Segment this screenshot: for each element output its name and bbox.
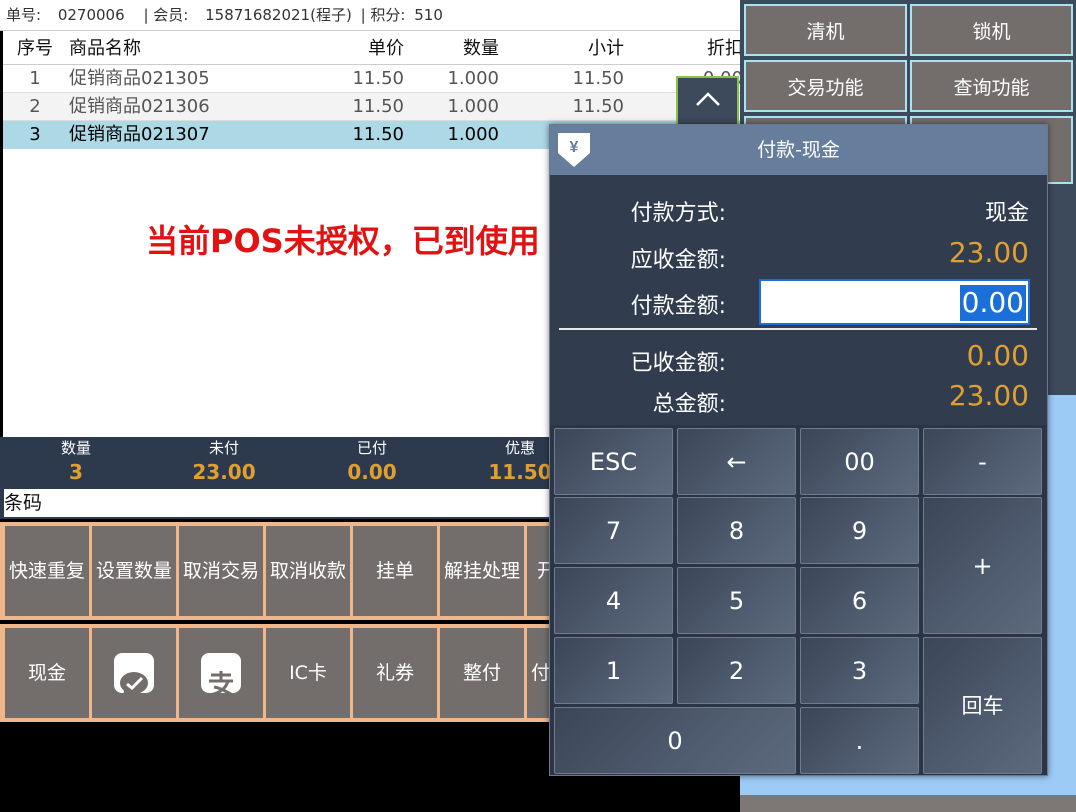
row-name: 促销商品021307 <box>69 124 210 145</box>
key-1[interactable]: 1 <box>554 637 673 704</box>
barcode-label: 条码 <box>4 489 48 517</box>
double-zero-key[interactable]: 00 <box>800 428 919 495</box>
row-name: 促销商品021305 <box>69 68 210 89</box>
summary-unpaid: 未付 23.00 <box>179 437 269 485</box>
esc-key[interactable]: ESC <box>554 428 673 495</box>
table-row[interactable]: 1 促销商品021305 11.50 1.000 11.50 0.00 <box>3 65 740 93</box>
pay-amount-selected-text: 0.00 <box>959 285 1026 321</box>
payment-method-value: 现金 <box>984 201 1029 226</box>
row-qty: 1.000 <box>447 124 499 145</box>
key-6[interactable]: 6 <box>800 567 919 634</box>
dialog-divider <box>559 328 1037 330</box>
payment-method-label: 付款方式: <box>630 201 726 226</box>
receivable-label: 应收金额: <box>630 248 726 273</box>
license-warning: 当前POS未授权，已到使用 <box>146 222 540 260</box>
enter-key[interactable]: 回车 <box>923 637 1042 774</box>
decimal-point-key[interactable]: . <box>800 707 919 774</box>
query-functions-button[interactable]: 查询功能 <box>910 60 1073 112</box>
row-qty: 1.000 <box>447 68 499 89</box>
right-panel-footer <box>740 795 1076 812</box>
member-label: | 会员: <box>143 6 189 24</box>
trade-functions-button[interactable]: 交易功能 <box>744 60 907 112</box>
member-value: 15871682021(程子) <box>205 6 352 24</box>
order-info-bar: 单号: 0270006 | 会员: 15871682021(程子) | 积分: … <box>0 0 740 31</box>
header-price: 单价 <box>368 38 404 59</box>
header-subtotal: 小计 <box>588 38 624 59</box>
header-discount: 折扣 <box>707 38 740 59</box>
table-header: 序号 商品名称 单价 数量 小计 折扣 <box>3 33 740 65</box>
summary-unpaid-label: 未付 <box>208 439 239 457</box>
pay-amount-label: 付款金额: <box>630 294 726 319</box>
key-7[interactable]: 7 <box>554 497 673 564</box>
dialog-body: 付款方式: 现金 应收金额: 23.00 付款金额: 0.00 已收金额: 0.… <box>550 175 1047 425</box>
received-value: 0.00 <box>966 339 1029 372</box>
cancel-transaction-button[interactable]: 取消交易 <box>179 526 263 616</box>
whole-pay-button[interactable]: 整付 <box>440 628 524 718</box>
alipay-button[interactable] <box>179 628 263 718</box>
backspace-key[interactable]: ← <box>677 428 796 495</box>
header-qty: 数量 <box>463 38 499 59</box>
total-label: 总金额: <box>652 392 726 417</box>
lock-machine-button[interactable]: 锁机 <box>910 4 1073 56</box>
cancel-payment-button[interactable]: 取消收款 <box>266 526 350 616</box>
points-label: | 积分: <box>360 6 406 24</box>
row-subtotal: 11.50 <box>572 96 624 117</box>
points-value: 510 <box>414 6 443 24</box>
wechat-pay-button[interactable] <box>92 628 176 718</box>
plus-key[interactable]: + <box>923 497 1042 634</box>
row-price: 11.50 <box>352 96 404 117</box>
table-row[interactable]: 2 促销商品021306 11.50 1.000 11.50 <box>3 93 740 121</box>
key-3[interactable]: 3 <box>800 637 919 704</box>
summary-paid-value: 0.00 <box>347 460 397 484</box>
key-9[interactable]: 9 <box>800 497 919 564</box>
row-price: 11.50 <box>352 68 404 89</box>
row-qty: 1.000 <box>447 96 499 117</box>
key-0[interactable]: 0 <box>554 707 796 774</box>
key-5[interactable]: 5 <box>677 567 796 634</box>
summary-paid: 已付 0.00 <box>327 437 417 485</box>
hold-order-button[interactable]: 挂单 <box>353 526 437 616</box>
key-2[interactable]: 2 <box>677 637 796 704</box>
header-no: 序号 <box>17 38 53 59</box>
cash-payment-dialog: ¥ 付款-现金 付款方式: 现金 应收金额: 23.00 付款金额: 0.00 … <box>549 124 1048 776</box>
row-price: 11.50 <box>352 124 404 145</box>
order-number: 0270006 <box>57 6 125 24</box>
set-quantity-button[interactable]: 设置数量 <box>92 526 176 616</box>
ic-card-button[interactable]: IC卡 <box>266 628 350 718</box>
key-8[interactable]: 8 <box>677 497 796 564</box>
dialog-title-bar[interactable]: ¥ 付款-现金 <box>550 125 1047 175</box>
summary-qty-label: 数量 <box>60 439 91 457</box>
chevron-up-icon <box>678 86 737 116</box>
summary-paid-label: 已付 <box>356 439 387 457</box>
resume-order-button[interactable]: 解挂处理 <box>440 526 524 616</box>
row-no: 1 <box>29 68 41 89</box>
key-4[interactable]: 4 <box>554 567 673 634</box>
total-value: 23.00 <box>948 379 1029 412</box>
yen-download-icon: ¥ <box>554 131 594 169</box>
header-name: 商品名称 <box>69 38 141 59</box>
numeric-keypad: ESC ← 00 - 7 8 9 + 4 5 6 1 2 3 回车 0 . <box>550 425 1047 775</box>
order-label: 单号: <box>6 6 42 24</box>
row-no: 3 <box>29 124 41 145</box>
received-label: 已收金额: <box>630 351 726 376</box>
cash-button[interactable]: 现金 <box>5 628 89 718</box>
summary-qty: 数量 3 <box>31 437 121 485</box>
row-no: 2 <box>29 96 41 117</box>
dialog-title: 付款-现金 <box>757 139 840 161</box>
summary-unpaid-value: 23.00 <box>192 460 256 484</box>
summary-qty-value: 3 <box>69 460 83 484</box>
row-name: 促销商品021306 <box>69 96 210 117</box>
svg-text:¥: ¥ <box>570 139 579 156</box>
wechat-pay-icon <box>114 653 154 697</box>
scroll-up-button[interactable] <box>676 76 739 126</box>
clear-machine-button[interactable]: 清机 <box>744 4 907 56</box>
minus-key[interactable]: - <box>923 428 1042 495</box>
receivable-value: 23.00 <box>948 236 1029 269</box>
quick-repeat-button[interactable]: 快速重复 <box>5 526 89 616</box>
row-subtotal: 11.50 <box>572 68 624 89</box>
pay-amount-input[interactable]: 0.00 <box>759 279 1030 325</box>
coupon-button[interactable]: 礼券 <box>353 628 437 718</box>
alipay-icon <box>201 653 241 698</box>
